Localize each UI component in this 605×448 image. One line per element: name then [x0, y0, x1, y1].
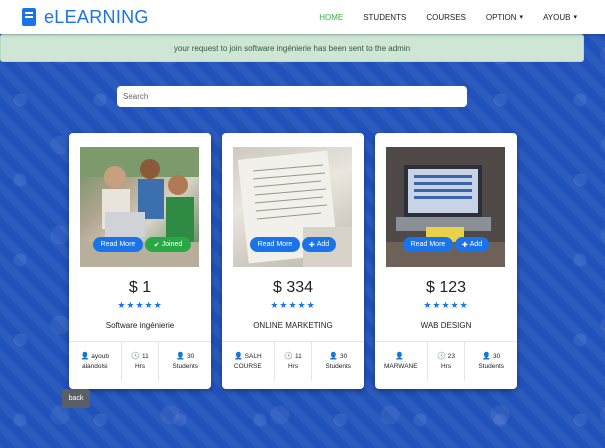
rating-stars: ★★★★★	[117, 300, 163, 310]
course-price: $ 123	[425, 279, 467, 296]
students-value: 30	[492, 352, 501, 360]
hours-unit: Hrs	[440, 362, 452, 370]
user-icon: 👤	[395, 352, 405, 360]
nav-home[interactable]: HOME	[319, 13, 343, 22]
meta-students: 👤 30 Students	[159, 342, 211, 381]
course-title: ONLINE MARKETING	[253, 321, 333, 330]
hours-unit: Hrs	[287, 362, 299, 370]
read-more-button[interactable]: Read More	[93, 237, 143, 252]
meta-hours: 🕓 11 Hrs	[122, 342, 160, 381]
book-icon	[22, 8, 36, 26]
check-icon: ✔	[153, 241, 160, 249]
course-card: Read More ✚ Add $ 123 ★★★★★ WAB DESIGN 👤 …	[375, 133, 517, 389]
course-meta: 👤 MARWANE 🕓 23 Hrs 👤 30 Students	[375, 341, 517, 381]
success-alert: your request to join software ingénierie…	[0, 34, 584, 62]
meta-teacher: 👤 MARWANE	[375, 342, 428, 381]
nav-students[interactable]: STUDENTS	[363, 13, 406, 22]
clock-icon: 🕓	[131, 352, 140, 360]
course-title: WAB DESIGN	[420, 321, 472, 330]
nav-user-label: AYOUB	[543, 12, 571, 22]
hours-value: 11	[294, 352, 302, 360]
chevron-down-icon: ▾	[573, 14, 577, 21]
brand-logo[interactable]: eLEARNING	[22, 7, 149, 28]
teacher-line-2: alandolsi	[81, 362, 108, 370]
search-input[interactable]	[117, 86, 467, 107]
user-icon: 👤	[329, 352, 338, 360]
add-label: Add	[469, 241, 483, 248]
meta-teacher: 👤 ayoub alandolsi	[69, 342, 122, 381]
rating-stars: ★★★★★	[270, 300, 316, 310]
clock-icon: 🕓	[437, 352, 446, 360]
students-unit: Students	[478, 362, 505, 370]
plus-icon: ✚	[308, 241, 315, 249]
course-card: Read More ✚ Add $ 334 ★★★★★ ONLINE MARKET…	[222, 133, 364, 389]
teacher-line-2: MARWANE	[383, 362, 418, 370]
course-price: $ 334	[272, 279, 314, 296]
students-unit: Students	[325, 362, 352, 370]
nav-user-dropdown[interactable]: AYOUB ▾	[543, 13, 577, 22]
students-value: 30	[339, 352, 348, 360]
meta-students: 👤 30 Students	[465, 342, 517, 381]
top-navbar: eLEARNING HOME STUDENTS COURSES OPTION ▾ …	[0, 0, 605, 34]
meta-teacher: 👤 SALH COURSE	[222, 342, 275, 381]
read-more-label: Read More	[257, 241, 293, 248]
nav-home-label: HOME	[319, 12, 344, 22]
brand-name: eLEARNING	[44, 6, 149, 27]
read-more-button[interactable]: Read More	[250, 237, 300, 252]
rating-stars: ★★★★★	[423, 300, 469, 310]
back-button[interactable]: back	[62, 389, 90, 408]
add-button[interactable]: ✚ Add	[455, 237, 489, 252]
read-more-button[interactable]: Read More	[403, 237, 453, 252]
user-icon: 👤	[233, 352, 243, 360]
add-button[interactable]: ✚ Add	[302, 237, 336, 252]
meta-hours: 🕓 11 Hrs	[275, 342, 313, 381]
plus-icon: ✚	[461, 241, 468, 249]
add-label: Add	[316, 241, 330, 248]
chevron-down-icon: ▾	[519, 14, 524, 21]
hours-value: 23	[447, 352, 455, 360]
meta-hours: 🕓 23 Hrs	[428, 342, 466, 381]
teacher-line-1: ayoub	[91, 352, 109, 360]
teacher-line-1: SALH	[244, 352, 262, 360]
user-icon: 👤	[482, 352, 491, 360]
course-meta: 👤 SALH COURSE 🕓 11 Hrs 👤 30 Students	[222, 341, 364, 381]
nav-courses-label: COURSES	[426, 12, 466, 22]
user-icon: 👤	[80, 352, 90, 360]
nav-links: HOME STUDENTS COURSES OPTION ▾ AYOUB ▾	[299, 13, 577, 22]
hours-value: 11	[141, 352, 149, 360]
course-price: $ 1	[128, 279, 152, 296]
nav-option-dropdown[interactable]: OPTION ▾	[486, 13, 523, 22]
nav-courses[interactable]: COURSES	[426, 13, 466, 22]
hours-unit: Hrs	[134, 362, 146, 370]
students-value: 30	[186, 352, 195, 360]
read-more-label: Read More	[410, 241, 446, 248]
meta-students: 👤 30 Students	[312, 342, 364, 381]
course-card: Read More ✔ Joined $ 1 ★★★★★ Software ing…	[69, 133, 211, 389]
clock-icon: 🕓	[284, 352, 293, 360]
nav-option-label: OPTION	[485, 12, 517, 22]
nav-students-label: STUDENTS	[363, 12, 407, 22]
teacher-line-2: COURSE	[233, 362, 262, 370]
read-more-label: Read More	[100, 241, 136, 248]
course-meta: 👤 ayoub alandolsi 🕓 11 Hrs 👤 30 Students	[69, 341, 211, 381]
user-icon: 👤	[176, 352, 185, 360]
alert-message: your request to join software ingénierie…	[173, 43, 411, 53]
joined-label: Joined	[161, 241, 183, 248]
joined-button[interactable]: ✔ Joined	[145, 237, 191, 252]
course-title: Software ingénierie	[105, 321, 175, 330]
students-unit: Students	[172, 362, 199, 370]
